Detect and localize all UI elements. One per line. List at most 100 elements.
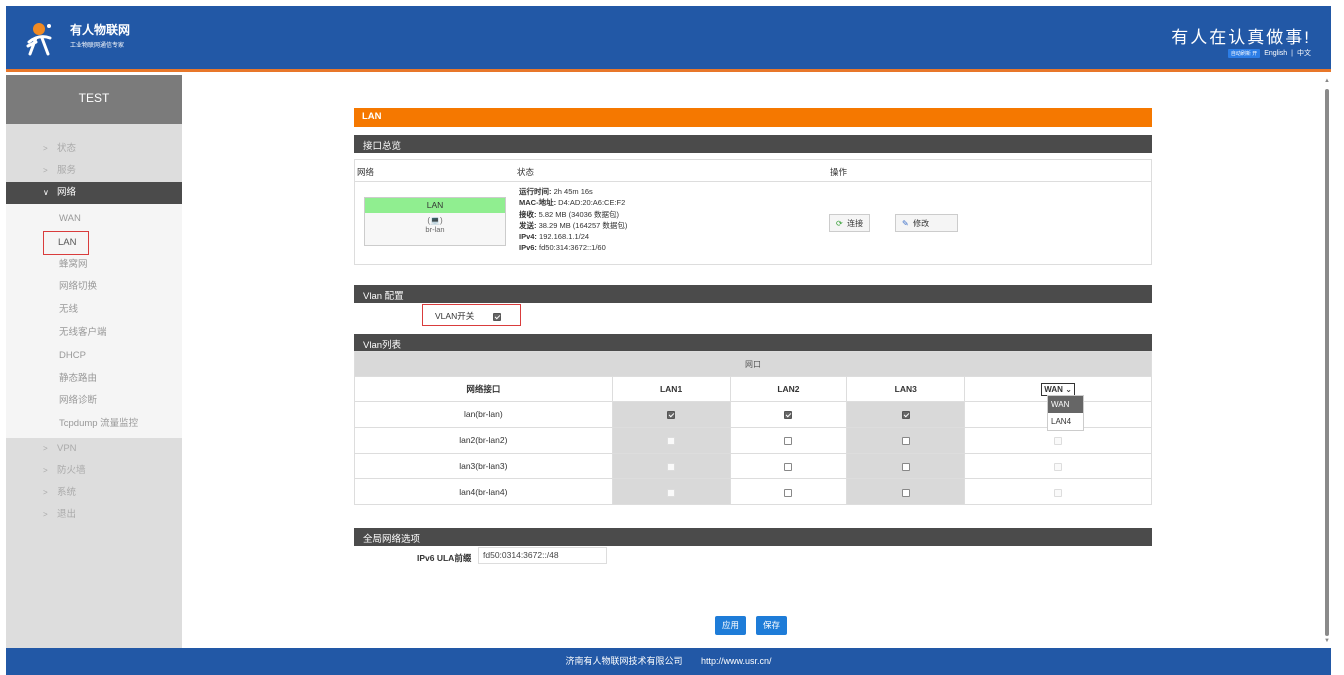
- row-name: lan(br-lan): [354, 401, 613, 428]
- submenu-wireless[interactable]: 无线: [6, 299, 182, 322]
- overview-header-row: 网络 状态 操作: [355, 160, 1151, 182]
- vlan-checkbox[interactable]: [667, 411, 676, 420]
- submenu-dhcp[interactable]: DHCP: [6, 345, 182, 368]
- chevron-right-icon: >: [43, 166, 48, 175]
- vlan-checkbox[interactable]: [784, 436, 793, 445]
- iface-header: 网络接口: [354, 376, 613, 402]
- submenu-tcpdump[interactable]: Tcpdump 流量监控: [6, 413, 182, 436]
- submenu-network-switch[interactable]: 网络切换: [6, 276, 182, 299]
- wan-dropdown-menu: WAN LAN4: [1047, 395, 1084, 431]
- section-global-title: 全局网络选项: [354, 528, 1152, 546]
- vlan-table: 网口 网络接口 LAN1 LAN2 LAN3 WAN ⌄ lan(br-lan)…: [354, 351, 1152, 506]
- col-lan2: LAN2: [729, 376, 848, 402]
- chevron-down-icon: ∨: [43, 188, 49, 197]
- col-network: 网络: [357, 167, 375, 177]
- connect-button[interactable]: ⟳ 连接: [829, 214, 871, 232]
- sidebar-item-vpn[interactable]: > VPN: [6, 438, 182, 460]
- footer-company: 济南有人物联网技术有限公司: [565, 656, 683, 666]
- language-switcher: 自动刷新 开 English | 中文: [1227, 48, 1311, 58]
- submenu-static-route[interactable]: 静态路由: [6, 368, 182, 391]
- ipv4-value: 192.168.1.1/24: [539, 232, 590, 242]
- submenu-lan[interactable]: LAN: [6, 230, 182, 255]
- vlan-port-header-row: 网口: [354, 351, 1152, 377]
- interface-overview-table: 网络 状态 操作 LAN (💻) br-lan 运行时间: 2h 45m 16s…: [354, 159, 1152, 265]
- vlan-checkbox[interactable]: [901, 462, 910, 471]
- chevron-right-icon: >: [43, 487, 48, 497]
- page-scrollbar[interactable]: ▲ ▼: [1323, 75, 1331, 648]
- ula-prefix-label: IPv6 ULA前缀: [417, 553, 472, 563]
- wan-port-select[interactable]: WAN ⌄: [1041, 382, 1075, 396]
- row-name: lan2(br-lan2): [354, 426, 613, 454]
- auto-refresh-badge[interactable]: 自动刷新 开: [1227, 48, 1261, 58]
- table-row: lan4(br-lan4): [354, 478, 1152, 506]
- edit-button[interactable]: ✎ 修改: [895, 214, 958, 232]
- apply-button[interactable]: 应用: [715, 616, 747, 635]
- vlan-checkbox-disabled: [667, 436, 676, 445]
- sidebar-item-system[interactable]: > 系统: [6, 482, 182, 504]
- section-vlan-config-title: Vlan 配置: [354, 285, 1152, 303]
- vlan-checkbox[interactable]: [901, 488, 910, 497]
- scrollbar-thumb[interactable]: [1325, 89, 1329, 636]
- sidebar-item-logout[interactable]: > 退出: [6, 504, 182, 526]
- refresh-icon: ⟳: [836, 219, 843, 228]
- footer-url[interactable]: http://www.usr.cn/: [701, 656, 772, 666]
- brand-name: 有人物联网: [70, 23, 131, 37]
- scroll-up-icon[interactable]: ▲: [1324, 78, 1330, 84]
- vlan-column-header-row: 网络接口 LAN1 LAN2 LAN3 WAN ⌄: [354, 376, 1152, 402]
- vlan-checkbox-disabled: [667, 488, 676, 497]
- vlan-switch-checkbox[interactable]: [492, 312, 501, 321]
- uptime-value: 2h 45m 16s: [553, 187, 593, 196]
- lan-card-device: br-lan: [425, 225, 445, 234]
- lan-card-name: LAN: [365, 198, 505, 213]
- sidebar-item-status[interactable]: > 状态: [6, 138, 182, 160]
- tx-value: 38.29 MB (164257 数据包): [538, 220, 628, 230]
- ethernet-port-icon: (💻): [427, 216, 443, 225]
- usr-logo-icon: [26, 23, 52, 56]
- section-overview-title: 接口总览: [354, 135, 1152, 153]
- vlan-switch-box: VLAN开关: [422, 304, 521, 326]
- edit-icon: ✎: [902, 219, 909, 228]
- footer: 济南有人物联网技术有限公司 http://www.usr.cn/: [6, 648, 1331, 675]
- row-name: lan3(br-lan3): [354, 452, 613, 480]
- sidebar-item-services[interactable]: > 服务: [6, 160, 182, 182]
- device-name: TEST: [6, 75, 182, 124]
- sidebar-item-network[interactable]: ∨ 网络: [6, 182, 182, 204]
- vlan-checkbox[interactable]: [901, 411, 910, 420]
- vlan-checkbox-disabled: [1054, 488, 1063, 497]
- chevron-right-icon: >: [43, 144, 48, 153]
- network-submenu: WAN LAN 蜂窝网 网络切换 无线 无线客户端 DHCP 静态路由 网络诊断…: [6, 204, 182, 438]
- port-header: 网口: [354, 351, 1152, 377]
- page-title: LAN: [354, 108, 1152, 127]
- vlan-checkbox[interactable]: [901, 436, 910, 445]
- dropdown-option-wan[interactable]: WAN: [1048, 396, 1083, 413]
- router-admin-page: 有人物联网 工业物联网通信专家 有人在认真做事! 自动刷新 开 English …: [6, 6, 1331, 675]
- lan-interface-card: LAN (💻) br-lan: [364, 197, 506, 246]
- sidebar-item-firewall[interactable]: > 防火墙: [6, 460, 182, 482]
- vlan-checkbox[interactable]: [784, 411, 793, 420]
- row-name: lan4(br-lan4): [354, 478, 613, 506]
- lang-separator: |: [1291, 49, 1293, 57]
- scroll-down-icon[interactable]: ▼: [1324, 638, 1330, 644]
- col-lan1: LAN1: [611, 376, 731, 402]
- vlan-checkbox[interactable]: [784, 462, 793, 471]
- vlan-checkbox-disabled: [1054, 462, 1063, 471]
- col-status: 状态: [517, 167, 535, 177]
- submenu-network-diagnostics[interactable]: 网络诊断: [6, 390, 182, 413]
- table-row: lan(br-lan): [354, 401, 1152, 428]
- submenu-cellular[interactable]: 蜂窝网: [6, 254, 182, 277]
- save-button[interactable]: 保存: [756, 616, 788, 635]
- lang-chinese-link[interactable]: 中文: [1297, 48, 1311, 58]
- chevron-right-icon: >: [43, 509, 48, 519]
- slogan: 有人在认真做事!: [1171, 28, 1311, 47]
- ula-prefix-input[interactable]: fd50:0314:3672::/48: [478, 547, 607, 564]
- ipv6-value: fd50:314:3672::1/60: [539, 243, 606, 253]
- brand-subtitle: 工业物联网通信专家: [70, 43, 125, 49]
- main-content: LAN 接口总览 网络 状态 操作 LAN (💻) br-lan 运行时间: 2…: [182, 75, 1331, 648]
- dropdown-option-lan4[interactable]: LAN4: [1048, 413, 1083, 430]
- submenu-wireless-client[interactable]: 无线客户端: [6, 322, 182, 345]
- vlan-checkbox[interactable]: [784, 488, 793, 497]
- lang-english-link[interactable]: English: [1264, 50, 1287, 57]
- col-action: 操作: [830, 167, 848, 177]
- submenu-wan[interactable]: WAN: [6, 208, 182, 231]
- chevron-right-icon: >: [43, 443, 48, 453]
